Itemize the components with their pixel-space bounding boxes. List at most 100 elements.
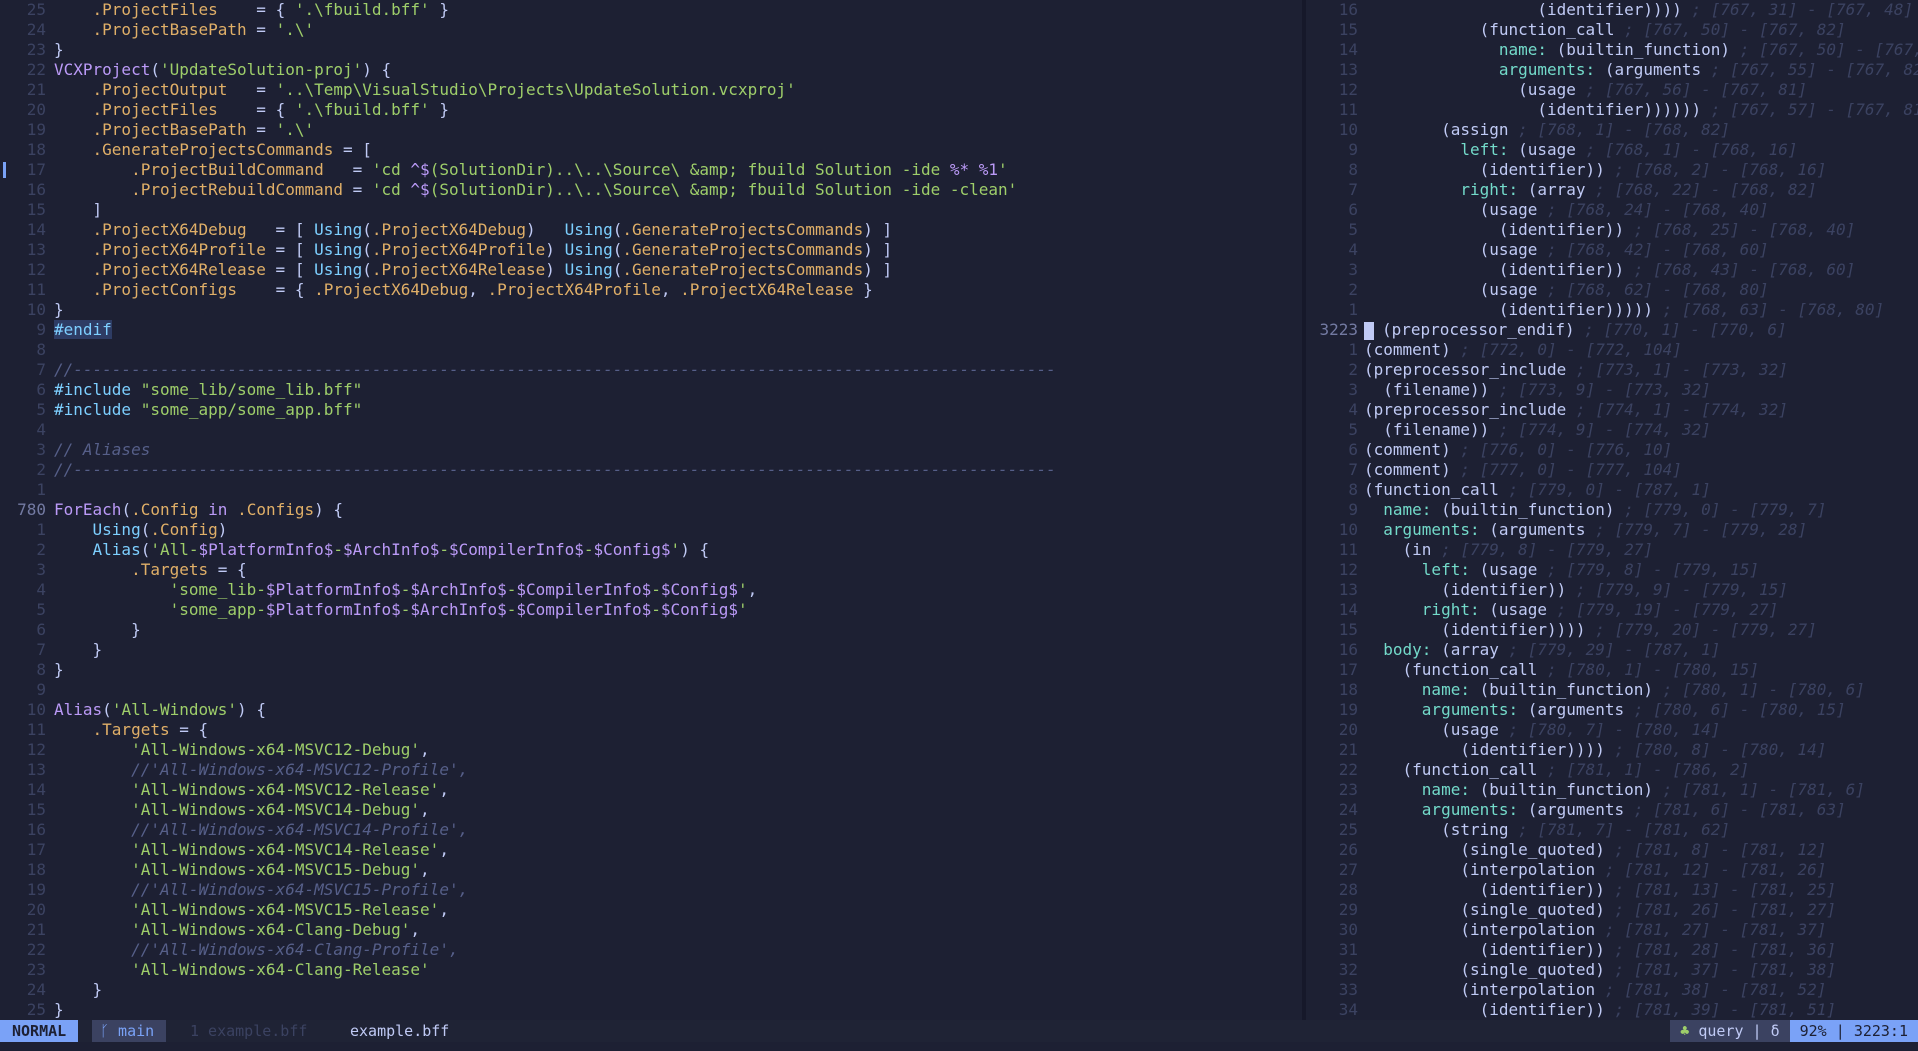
source-line[interactable]: 8} bbox=[0, 660, 1302, 680]
source-line[interactable]: 20 'All-Windows-x64-MSVC15-Release', bbox=[0, 900, 1302, 920]
tree-line[interactable]: 7 (comment) ; [777, 0] - [777, 104] bbox=[1306, 460, 1918, 480]
tree-line[interactable]: 2 (preprocessor_include ; [773, 1] - [773… bbox=[1306, 360, 1918, 380]
source-line[interactable]: 8 bbox=[0, 340, 1302, 360]
source-line[interactable]: 4 bbox=[0, 420, 1302, 440]
tree-line[interactable]: 9 name: (builtin_function) ; [779, 0] - … bbox=[1306, 500, 1918, 520]
source-line[interactable]: 2 //-------------------------------------… bbox=[0, 460, 1302, 480]
source-line[interactable]: 14 .ProjectX64Debug = [ Using(.ProjectX6… bbox=[0, 220, 1302, 240]
tree-line[interactable]: 1 (identifier))))) ; [768, 63] - [768, 8… bbox=[1306, 300, 1918, 320]
tree-line[interactable]: 25 (string ; [781, 7] - [781, 62] bbox=[1306, 820, 1918, 840]
tree-line[interactable]: 32 (single_quoted) ; [781, 37] - [781, 3… bbox=[1306, 960, 1918, 980]
source-line[interactable]: 24 .ProjectBasePath = '.\' bbox=[0, 20, 1302, 40]
source-line[interactable]: 17 'All-Windows-x64-MSVC14-Release', bbox=[0, 840, 1302, 860]
tree-line[interactable]: 2 (usage ; [768, 62] - [768, 80] bbox=[1306, 280, 1918, 300]
source-line[interactable]: 16 //'All-Windows-x64-MSVC14-Profile', bbox=[0, 820, 1302, 840]
source-line[interactable]: 13 //'All-Windows-x64-MSVC12-Profile', bbox=[0, 760, 1302, 780]
tree-line[interactable]: 10 arguments: (arguments ; [779, 7] - [7… bbox=[1306, 520, 1918, 540]
source-line[interactable]: 6 } bbox=[0, 620, 1302, 640]
source-line[interactable]: 22 VCXProject('UpdateSolution-proj') { bbox=[0, 60, 1302, 80]
tree-line[interactable]: 11 (identifier)))))) ; [767, 57] - [767,… bbox=[1306, 100, 1918, 120]
tree-line[interactable]: 15 (function_call ; [767, 50] - [767, 82… bbox=[1306, 20, 1918, 40]
tree-line[interactable]: 22 (function_call ; [781, 1] - [786, 2] bbox=[1306, 760, 1918, 780]
source-line[interactable]: 15 ] bbox=[0, 200, 1302, 220]
tree-line[interactable]: 16 body: (array ; [779, 29] - [787, 1] bbox=[1306, 640, 1918, 660]
source-line[interactable]: 21 .ProjectOutput = '..\Temp\VisualStudi… bbox=[0, 80, 1302, 100]
source-line[interactable]: 9 bbox=[0, 680, 1302, 700]
source-line[interactable]: 20 .ProjectFiles = { '.\fbuild.bff' } bbox=[0, 100, 1302, 120]
tree-line[interactable]: 17 (function_call ; [780, 1] - [780, 15] bbox=[1306, 660, 1918, 680]
source-line[interactable]: 7 //-------------------------------------… bbox=[0, 360, 1302, 380]
source-line[interactable]: 1 Using(.Config) bbox=[0, 520, 1302, 540]
source-line[interactable]: 19 .ProjectBasePath = '.\' bbox=[0, 120, 1302, 140]
tree-line[interactable]: 4 (preprocessor_include ; [774, 1] - [774… bbox=[1306, 400, 1918, 420]
source-line[interactable]: 13 .ProjectX64Profile = [ Using(.Project… bbox=[0, 240, 1302, 260]
source-line[interactable]: 1 bbox=[0, 480, 1302, 500]
source-line[interactable]: 10} bbox=[0, 300, 1302, 320]
source-line[interactable]: 22 //'All-Windows-x64-Clang-Profile', bbox=[0, 940, 1302, 960]
source-line[interactable]: 12 'All-Windows-x64-MSVC12-Debug', bbox=[0, 740, 1302, 760]
tree-line[interactable]: 31 (identifier)) ; [781, 28] - [781, 36] bbox=[1306, 940, 1918, 960]
tree-line[interactable]: 3 (identifier)) ; [768, 43] - [768, 60] bbox=[1306, 260, 1918, 280]
source-line[interactable]: 16 .ProjectRebuildCommand = 'cd ^$(Solut… bbox=[0, 180, 1302, 200]
tree-line[interactable]: 20 (usage ; [780, 7] - [780, 14] bbox=[1306, 720, 1918, 740]
source-line[interactable]: 17 .ProjectBuildCommand = 'cd ^$(Solutio… bbox=[0, 160, 1302, 180]
source-line[interactable]: 780 ForEach(.Config in .Configs) { bbox=[0, 500, 1302, 520]
tree-line[interactable]: 8 (identifier)) ; [768, 2] - [768, 16] bbox=[1306, 160, 1918, 180]
tree-line[interactable]: 21 (identifier)))) ; [780, 8] - [780, 14… bbox=[1306, 740, 1918, 760]
tree-line[interactable]: 6 (comment) ; [776, 0] - [776, 10] bbox=[1306, 440, 1918, 460]
source-line[interactable]: 11 .Targets = { bbox=[0, 720, 1302, 740]
editor-pane-syntax-tree[interactable]: 16 (identifier)))) ; [767, 31] - [767, 4… bbox=[1306, 0, 1918, 1020]
tree-line[interactable]: 12 (usage ; [767, 56] - [767, 81] bbox=[1306, 80, 1918, 100]
tree-line[interactable]: 28 (identifier)) ; [781, 13] - [781, 25] bbox=[1306, 880, 1918, 900]
source-line[interactable]: 25} bbox=[0, 1000, 1302, 1020]
tree-line[interactable]: 30 (interpolation ; [781, 27] - [781, 37… bbox=[1306, 920, 1918, 940]
source-line[interactable]: 3 .Targets = { bbox=[0, 560, 1302, 580]
tree-line[interactable]: 14 name: (builtin_function) ; [767, 50] … bbox=[1306, 40, 1918, 60]
buffer-list[interactable]: 1 example.bff bbox=[190, 1020, 307, 1042]
source-line[interactable]: 15 'All-Windows-x64-MSVC14-Debug', bbox=[0, 800, 1302, 820]
source-line[interactable]: 2 Alias('All-$PlatformInfo$-$ArchInfo$-$… bbox=[0, 540, 1302, 560]
source-line[interactable]: 14 'All-Windows-x64-MSVC12-Release', bbox=[0, 780, 1302, 800]
source-line[interactable]: 21 'All-Windows-x64-Clang-Debug', bbox=[0, 920, 1302, 940]
tree-line[interactable]: 26 (single_quoted) ; [781, 8] - [781, 12… bbox=[1306, 840, 1918, 860]
source-line[interactable]: 18 'All-Windows-x64-MSVC15-Debug', bbox=[0, 860, 1302, 880]
tree-line[interactable]: 5 (identifier)) ; [768, 25] - [768, 40] bbox=[1306, 220, 1918, 240]
tree-line[interactable]: 3223 (preprocessor_endif) ; [770, 1] - [7… bbox=[1306, 320, 1918, 340]
tree-line[interactable]: 24 arguments: (arguments ; [781, 6] - [7… bbox=[1306, 800, 1918, 820]
source-line[interactable]: 4 'some_lib-$PlatformInfo$-$ArchInfo$-$C… bbox=[0, 580, 1302, 600]
source-line[interactable]: 5 'some_app-$PlatformInfo$-$ArchInfo$-$C… bbox=[0, 600, 1302, 620]
source-line[interactable]: 12 .ProjectX64Release = [ Using(.Project… bbox=[0, 260, 1302, 280]
source-line[interactable]: 23} bbox=[0, 40, 1302, 60]
tree-line[interactable]: 12 left: (usage ; [779, 8] - [779, 15] bbox=[1306, 560, 1918, 580]
source-line[interactable]: 3 // Aliases bbox=[0, 440, 1302, 460]
source-line[interactable]: 18 .GenerateProjectsCommands = [ bbox=[0, 140, 1302, 160]
command-line[interactable] bbox=[0, 1042, 1918, 1051]
source-line[interactable]: 23 'All-Windows-x64-Clang-Release' bbox=[0, 960, 1302, 980]
source-line[interactable]: 9 #endif bbox=[0, 320, 1302, 340]
source-line[interactable]: 19 //'All-Windows-x64-MSVC15-Profile', bbox=[0, 880, 1302, 900]
tree-line[interactable]: 9 left: (usage ; [768, 1] - [768, 16] bbox=[1306, 140, 1918, 160]
source-line[interactable]: 11 .ProjectConfigs = { .ProjectX64Debug,… bbox=[0, 280, 1302, 300]
source-line[interactable]: 5 #include "some_app/some_app.bff" bbox=[0, 400, 1302, 420]
current-buffer-name[interactable]: example.bff bbox=[350, 1020, 449, 1042]
tree-line[interactable]: 10 (assign ; [768, 1] - [768, 82] bbox=[1306, 120, 1918, 140]
source-line[interactable]: 24 } bbox=[0, 980, 1302, 1000]
tree-line[interactable]: 5 (filename)) ; [774, 9] - [774, 32] bbox=[1306, 420, 1918, 440]
tree-line[interactable]: 19 arguments: (arguments ; [780, 6] - [7… bbox=[1306, 700, 1918, 720]
tree-line[interactable]: 23 name: (builtin_function) ; [781, 1] -… bbox=[1306, 780, 1918, 800]
source-line[interactable]: 10 Alias('All-Windows') { bbox=[0, 700, 1302, 720]
tree-line[interactable]: 11 (in ; [779, 8] - [779, 27] bbox=[1306, 540, 1918, 560]
source-line[interactable]: 25 .ProjectFiles = { '.\fbuild.bff' } bbox=[0, 0, 1302, 20]
tree-line[interactable]: 8 (function_call ; [779, 0] - [787, 1] bbox=[1306, 480, 1918, 500]
tree-line[interactable]: 3 (filename)) ; [773, 9] - [773, 32] bbox=[1306, 380, 1918, 400]
tree-line[interactable]: 7 right: (array ; [768, 22] - [768, 82] bbox=[1306, 180, 1918, 200]
source-line[interactable]: 7 } bbox=[0, 640, 1302, 660]
tree-line[interactable]: 15 (identifier)))) ; [779, 20] - [779, 2… bbox=[1306, 620, 1918, 640]
tree-line[interactable]: 33 (interpolation ; [781, 38] - [781, 52… bbox=[1306, 980, 1918, 1000]
tree-line[interactable]: 14 right: (usage ; [779, 19] - [779, 27] bbox=[1306, 600, 1918, 620]
tree-line[interactable]: 16 (identifier)))) ; [767, 31] - [767, 4… bbox=[1306, 0, 1918, 20]
tree-line[interactable]: 4 (usage ; [768, 42] - [768, 60] bbox=[1306, 240, 1918, 260]
tree-line[interactable]: 27 (interpolation ; [781, 12] - [781, 26… bbox=[1306, 860, 1918, 880]
tree-line[interactable]: 34 (identifier)) ; [781, 39] - [781, 51] bbox=[1306, 1000, 1918, 1020]
tree-line[interactable]: 18 name: (builtin_function) ; [780, 1] -… bbox=[1306, 680, 1918, 700]
